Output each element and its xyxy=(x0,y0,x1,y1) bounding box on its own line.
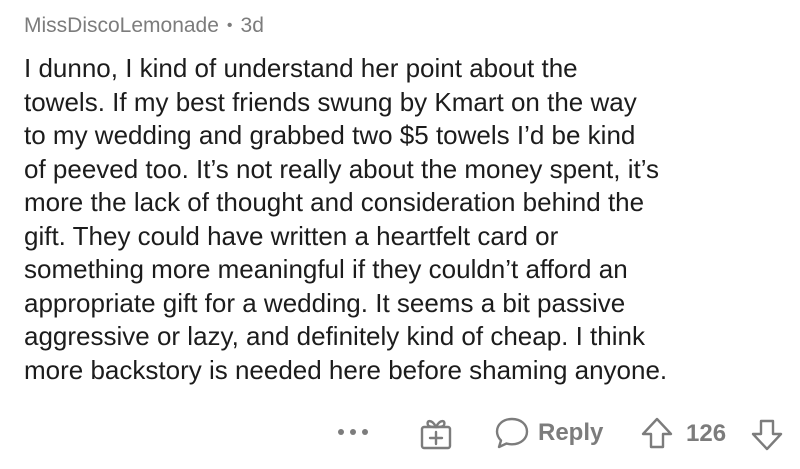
comment-body-line: I dunno, I kind of understand her point … xyxy=(24,53,578,83)
speech-bubble-icon xyxy=(495,417,529,449)
more-options-button[interactable] xyxy=(336,416,372,448)
comment-body-line: more the lack of thought and considerati… xyxy=(24,187,645,217)
give-award-button[interactable] xyxy=(419,416,453,450)
gift-icon xyxy=(420,419,452,450)
comment-body-line: something more meaningful if they couldn… xyxy=(24,254,628,284)
comment-actions: Reply 126 xyxy=(0,410,800,454)
comment-body-line: of peeved too. It’s not really about the… xyxy=(24,153,659,184)
comment-body-line: to my wedding and grabbed two $5 towels … xyxy=(24,120,636,150)
reply-button[interactable]: Reply xyxy=(494,416,603,450)
arrow-up-icon xyxy=(641,417,673,449)
downvote-button[interactable] xyxy=(750,418,784,452)
comment-body-line: gift. They could have written a heartfel… xyxy=(24,220,559,251)
comment-author[interactable]: MissDiscoLemonade xyxy=(24,14,219,38)
vote-score: 126 xyxy=(686,420,727,447)
arrow-down-icon xyxy=(751,419,783,451)
reply-label: Reply xyxy=(538,419,604,446)
comment-body: I dunno, I kind of understand her point … xyxy=(24,52,784,387)
comment-body-line: aggressive or lazy, and definitely kind … xyxy=(24,321,645,351)
comment-age: 3d xyxy=(240,14,264,37)
comment-body-line: towels. If my best friends swung by Kmar… xyxy=(24,86,637,117)
upvote-button[interactable] xyxy=(640,416,674,450)
meta-separator: • xyxy=(226,17,233,34)
comment-meta: MissDiscoLemonade • 3d xyxy=(24,6,794,46)
more-options-icon xyxy=(338,429,368,435)
comment: MissDiscoLemonade • 3d I dunno, I kind o… xyxy=(24,6,794,387)
comment-body-line: appropriate gift for a wedding. It seems… xyxy=(24,287,626,318)
comment-body-line: more backstory is needed here before sha… xyxy=(24,354,668,385)
